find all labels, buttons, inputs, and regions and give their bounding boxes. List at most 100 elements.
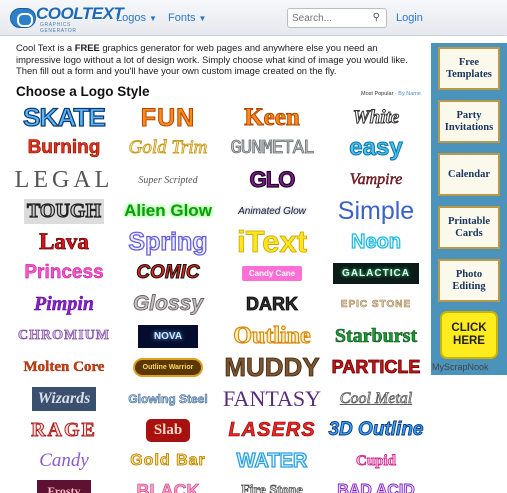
- sort-by-name[interactable]: By Name: [398, 91, 421, 97]
- logo-style-wizards[interactable]: Wizards: [14, 384, 114, 414]
- search-box: ⚲: [287, 8, 387, 28]
- logo-style-nova[interactable]: NOVA: [118, 321, 218, 351]
- logo-style-label: Outline: [233, 322, 312, 349]
- caret-down-icon: ▼: [148, 14, 157, 23]
- logo-style-label: Animated Glow: [238, 205, 306, 217]
- sort-most-popular[interactable]: Most Popular: [361, 91, 393, 97]
- logo-style-princess[interactable]: Princess: [14, 258, 114, 288]
- logo-style-galactica[interactable]: GALACTICA: [326, 258, 426, 288]
- logo-style-easy[interactable]: easy: [326, 133, 426, 163]
- logo-style-skate[interactable]: SKATE: [14, 103, 114, 133]
- logo-style-gold-trim[interactable]: Gold Trim: [118, 133, 218, 163]
- logo-style-dark[interactable]: DARK: [222, 289, 322, 319]
- logo-style-label: RAGE: [31, 418, 97, 441]
- logo-style-fantasy[interactable]: FANTASY: [222, 384, 322, 414]
- logo-style-label: DARK: [246, 293, 299, 314]
- logo-style-simple[interactable]: Simple: [326, 196, 426, 226]
- logo-style-3d-outline[interactable]: 3D Outline: [326, 415, 426, 445]
- logo-style-gunmetal[interactable]: GUNMETAL: [222, 133, 322, 163]
- logo-style-label: Slab: [145, 418, 191, 442]
- logo-style-label: Burning: [27, 137, 101, 159]
- logo-style-cupid[interactable]: Cupid: [326, 446, 426, 476]
- caret-down-icon: ▼: [198, 14, 207, 23]
- fonts-menu[interactable]: Fonts ▼: [168, 12, 206, 24]
- logo-style-rage[interactable]: RAGE: [14, 415, 114, 445]
- logo-style-frosty[interactable]: Frosty: [14, 476, 114, 493]
- logo-style-label: Vampire: [349, 171, 403, 188]
- sidebar-printable-cards[interactable]: Printable Cards: [438, 206, 500, 249]
- logo-style-glossy[interactable]: Glossy: [118, 289, 218, 319]
- logo-style-spring[interactable]: Spring: [118, 227, 218, 257]
- logo-style-vampire[interactable]: Vampire: [326, 165, 426, 195]
- logo-style-muddy[interactable]: MUDDY: [222, 352, 322, 382]
- sidebar-photo-editing[interactable]: Photo Editing: [438, 259, 500, 302]
- logo-style-fire-stone[interactable]: Fire Stone: [222, 476, 322, 493]
- logos-menu-label: Logos: [116, 12, 146, 24]
- logo-style-bad-acid[interactable]: BAD ACID: [326, 476, 426, 493]
- logo-style-epic-stone[interactable]: EPIC STONE: [326, 289, 426, 319]
- logo-style-neon[interactable]: Neon: [326, 227, 426, 257]
- logo-style-fun[interactable]: FUN: [118, 103, 218, 133]
- logo-style-legal[interactable]: LEGAL: [14, 165, 114, 195]
- logo-style-keen[interactable]: Keen: [222, 103, 322, 133]
- logo-style-lasers[interactable]: LASERS: [222, 415, 322, 445]
- fonts-menu-label: Fonts: [168, 12, 196, 24]
- cooltext-logo[interactable]: COOLTEXT GRAPHICS GENERATOR: [10, 4, 124, 34]
- click-here-button[interactable]: CLICK HERE: [440, 311, 498, 359]
- logo-subtext: GRAPHICS GENERATOR: [40, 22, 77, 34]
- logo-style-slab[interactable]: Slab: [118, 415, 218, 445]
- logo-style-gold-bar[interactable]: Gold Bar: [118, 446, 218, 476]
- logo-style-burning[interactable]: Burning: [14, 133, 114, 163]
- logo-style-label: Spring: [128, 227, 208, 256]
- logo-style-outline[interactable]: Outline: [222, 321, 322, 351]
- logo-style-water[interactable]: WATER: [222, 446, 322, 476]
- sidebar-party-invitations[interactable]: Party Invitations: [438, 100, 500, 143]
- sidebar-free-templates[interactable]: Free Templates: [438, 47, 500, 90]
- logo-style-candy-cane[interactable]: Candy Cane: [222, 258, 322, 288]
- logo-style-glo[interactable]: GLO: [222, 165, 322, 195]
- logo-style-lava[interactable]: Lava: [14, 227, 114, 257]
- login-link[interactable]: Login: [396, 12, 423, 24]
- logo-style-label: LASERS: [228, 418, 316, 441]
- logo-style-label: FANTASY: [222, 386, 322, 411]
- logo-style-cool-metal[interactable]: Cool Metal: [326, 384, 426, 414]
- logos-menu[interactable]: Logos ▼: [116, 12, 157, 24]
- logo-style-label: Molten Core: [23, 358, 105, 375]
- search-icon[interactable]: ⚲: [373, 12, 380, 23]
- logo-style-particle[interactable]: PARTICLE: [326, 352, 426, 382]
- intro-part1: Cool Text is a: [16, 42, 75, 53]
- top-nav-bar: COOLTEXT GRAPHICS GENERATOR Logos ▼ Fonts…: [0, 0, 507, 36]
- logo-style-label: Wizards: [31, 387, 97, 411]
- logo-style-label: Gold Trim: [128, 137, 208, 159]
- logo-style-starburst[interactable]: Starburst: [326, 321, 426, 351]
- logo-style-label: Fire Stone: [241, 483, 303, 493]
- logo-style-label: Super Scripted: [138, 174, 198, 186]
- intro-free-word: FREE: [74, 42, 100, 53]
- logo-style-white[interactable]: White: [326, 103, 426, 133]
- logo-style-label: GLO: [249, 166, 296, 192]
- logo-style-glowing-steel[interactable]: Glowing Steel: [118, 384, 218, 414]
- logo-style-label: Candy: [39, 450, 89, 471]
- logo-style-label: Cupid: [355, 452, 397, 469]
- logo-style-label: Frosty: [37, 479, 91, 493]
- logo-style-tough[interactable]: TOUGH: [14, 196, 114, 226]
- logo-style-alien-glow[interactable]: Alien Glow: [118, 196, 218, 226]
- logo-style-outline-warrior[interactable]: Outline Warrior: [118, 352, 218, 382]
- logo-style-label: Gold Bar: [130, 452, 206, 470]
- logo-style-comic[interactable]: COMIC: [118, 258, 218, 288]
- sidebar-brand[interactable]: MyScrapNook: [432, 362, 489, 372]
- logo-style-animated-glow[interactable]: Animated Glow: [222, 196, 322, 226]
- logo-style-pimpin[interactable]: Pimpin: [14, 289, 114, 319]
- logo-style-molten-core[interactable]: Molten Core: [14, 352, 114, 382]
- logo-style-label: MUDDY: [224, 352, 320, 382]
- logo-style-label: PARTICLE: [331, 356, 421, 377]
- logo-style-label: Princess: [24, 262, 104, 283]
- logo-style-itext[interactable]: iText: [222, 227, 322, 257]
- logo-style-candy[interactable]: Candy: [14, 446, 114, 476]
- sidebar-calendar[interactable]: Calendar: [438, 153, 500, 196]
- logo-style-label: BLACK: [136, 480, 200, 493]
- logo-style-black[interactable]: BLACK: [118, 476, 218, 493]
- logo-style-chromium[interactable]: CHROMIUM: [14, 321, 114, 351]
- search-input[interactable]: [288, 9, 368, 27]
- logo-style-super-scripted[interactable]: Super Scripted: [118, 165, 218, 195]
